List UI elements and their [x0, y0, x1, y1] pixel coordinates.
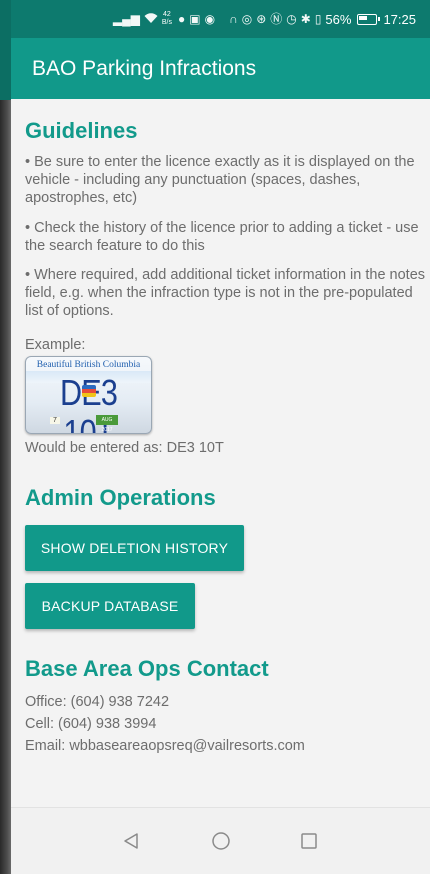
- guideline-item: • Where required, add additional ticket …: [25, 267, 426, 319]
- spotify-icon: ●: [178, 12, 186, 26]
- nfc-icon: Ⓝ: [270, 12, 283, 26]
- plate-header-text: Beautiful British Columbia: [36, 360, 141, 370]
- entry-example-text: Would be entered as: DE3 10T: [25, 440, 224, 456]
- clock: 17:25: [383, 11, 416, 27]
- status-bar: ▂▄▆ 42 B/s ● ▣ ◉ ∩ ◎ ⊛ Ⓝ ◷ ✱ ▯ 56% 17:25: [11, 0, 430, 38]
- signal-icon: ▂▄▆: [112, 12, 140, 26]
- background-window-edge: [0, 0, 11, 874]
- contact-heading: Base Area Ops Contact: [25, 656, 269, 681]
- network-speed: 42 B/s: [162, 11, 172, 27]
- notification-icon: ▣: [189, 12, 201, 26]
- admin-operations-heading: Admin Operations: [25, 485, 216, 510]
- background-window-accent: [0, 0, 11, 100]
- app-bar: BAO Parking Infractions: [11, 38, 430, 99]
- headset-icon: ∩: [229, 12, 238, 26]
- licence-plate-example-image: Beautiful British Columbia DE3 10T 7 AUG…: [25, 356, 152, 434]
- plate-number: DE3 10T: [60, 373, 118, 434]
- recents-icon[interactable]: [294, 826, 324, 856]
- app-title: BAO Parking Infractions: [32, 56, 257, 80]
- plate-date-sticker: AUG 2017: [96, 415, 118, 433]
- guidelines-heading: Guidelines: [25, 118, 138, 143]
- eye-comfort-icon: ◎: [241, 12, 253, 26]
- location-icon: ⊛: [256, 12, 267, 26]
- guideline-item: • Check the history of the licence prior…: [25, 220, 419, 254]
- plate-flag-icon: [82, 385, 96, 397]
- contact-office: Office: (604) 938 7242: [25, 694, 170, 710]
- bluetooth-icon: ✱: [300, 12, 311, 26]
- home-icon[interactable]: [206, 826, 236, 856]
- wifi-icon: [144, 12, 158, 26]
- contact-email: Email: wbbaseareaopsreq@vailresorts.com: [25, 738, 305, 754]
- contact-cell: Cell: (604) 938 3994: [25, 716, 157, 732]
- back-icon[interactable]: [116, 826, 146, 856]
- vibrate-icon: ▯: [314, 12, 322, 26]
- app-notification-icon: ◉: [204, 12, 216, 26]
- alarm-icon: ◷: [286, 12, 297, 26]
- battery-percent: 56%: [325, 11, 352, 27]
- example-label: Example:: [25, 337, 86, 353]
- show-deletion-history-button[interactable]: SHOW DELETION HISTORY: [25, 525, 244, 571]
- guideline-item: • Be sure to enter the licence exactly a…: [25, 154, 415, 206]
- phone-screen: ▂▄▆ 42 B/s ● ▣ ◉ ∩ ◎ ⊛ Ⓝ ◷ ✱ ▯ 56% 17:25…: [11, 0, 430, 874]
- backup-database-button[interactable]: BACKUP DATABASE: [25, 583, 195, 629]
- network-speed-unit: B/s: [161, 19, 172, 26]
- navigation-bar: [11, 807, 430, 874]
- network-speed-value: 42: [163, 11, 171, 18]
- battery-icon: [357, 13, 381, 25]
- plate-validation-sticker: 7: [50, 417, 60, 424]
